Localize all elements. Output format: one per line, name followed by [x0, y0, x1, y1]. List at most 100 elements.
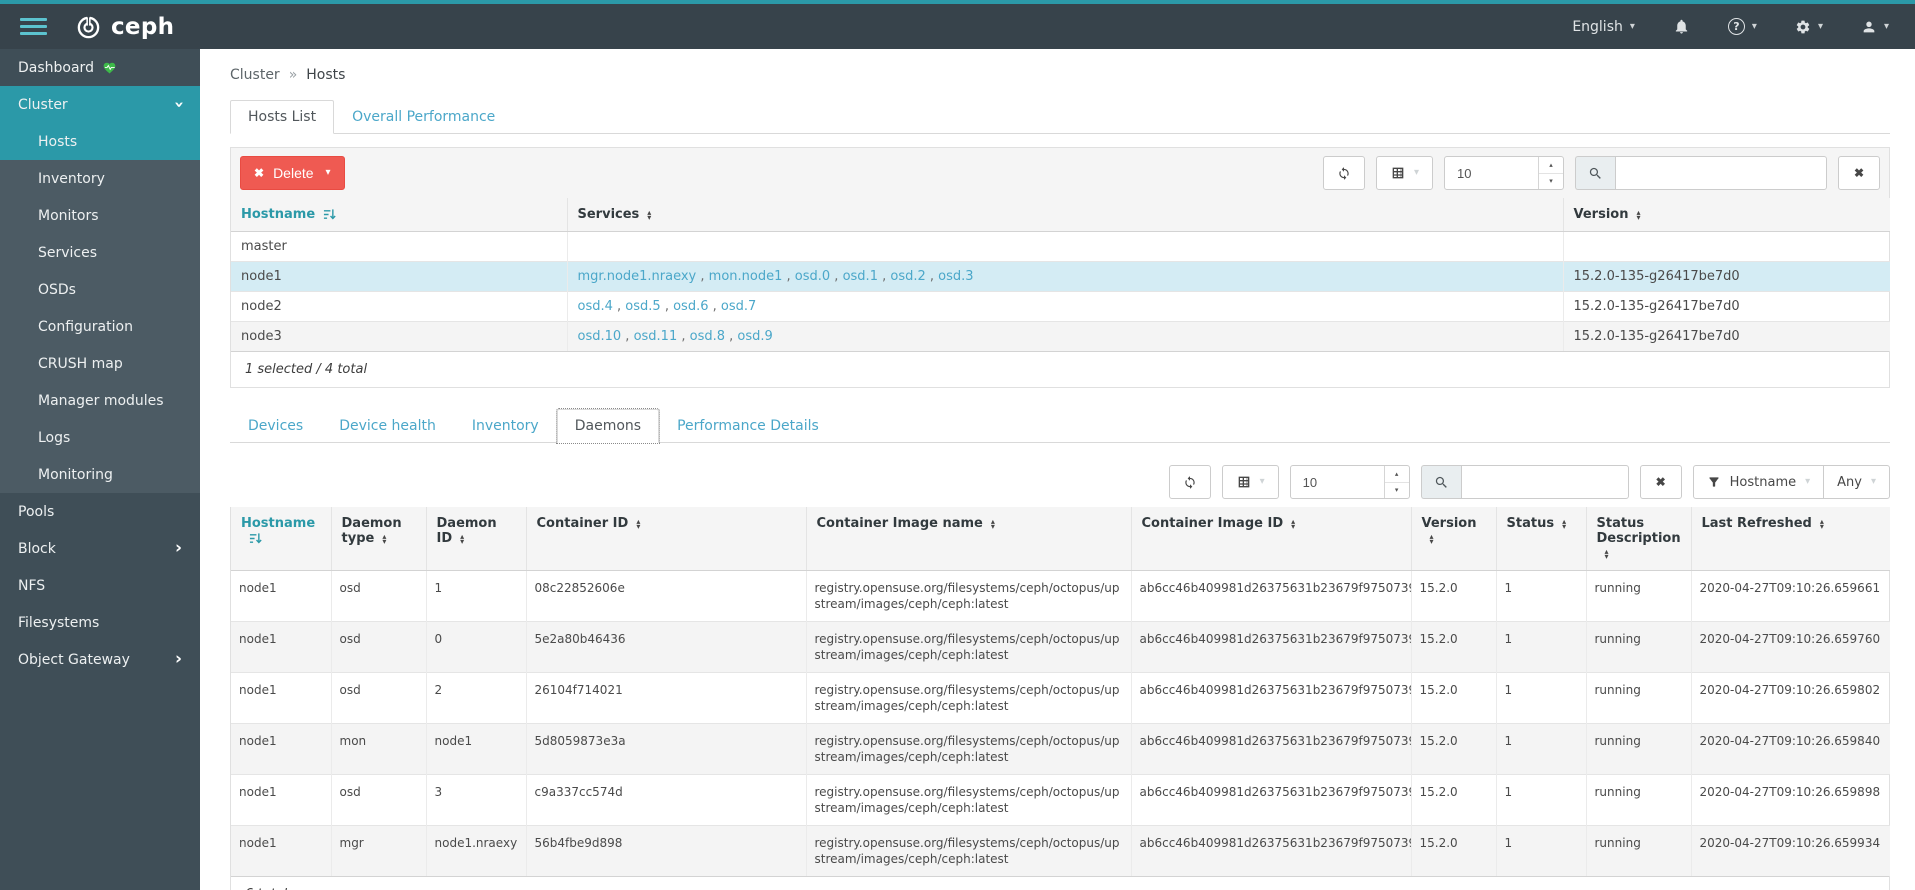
service-link[interactable]: osd.2 — [890, 269, 925, 284]
spinner-down-icon[interactable]: ▾ — [1539, 174, 1563, 190]
daemon-row[interactable]: node1 mon node1 5d8059873e3a registry.opensu… — [231, 723, 1890, 775]
refresh-button[interactable] — [1322, 156, 1365, 190]
column-header-container-image-id[interactable]: Container Image ID ▴ ▾ — [1130, 507, 1411, 571]
help-dropdown[interactable]: ? ▾ — [1727, 18, 1757, 35]
column-header-last-refreshed[interactable]: Last Refreshed ▴ ▾ — [1690, 507, 1890, 571]
service-link[interactable]: osd.3 — [938, 269, 973, 284]
brand-logo[interactable]: ceph — [75, 13, 174, 40]
sidebar-item-monitors[interactable]: Monitors — [0, 197, 200, 234]
host-row[interactable]: node3 osd.10 , osd.11 , osd.8 , osd.9 15.2… — [231, 321, 1890, 351]
sidebar-item-block[interactable]: Block › — [0, 530, 200, 567]
daemon-row[interactable]: node1 osd 2 26104f714021 registry.opensuse.o… — [231, 672, 1890, 724]
column-header-hostname[interactable]: Hostname — [231, 198, 567, 232]
column-header-daemon-id[interactable]: Daemon ID ▴ ▾ — [425, 507, 526, 571]
sidebar-item-monitoring[interactable]: Monitoring — [0, 456, 200, 493]
column-header-status-description[interactable]: Status Description ▴ ▾ — [1585, 507, 1691, 571]
daemon-row[interactable]: node1 mgr node1.nraexy 56b4fbe9d898 registry… — [231, 825, 1890, 876]
sidebar-item-pools[interactable]: Pools — [0, 493, 200, 530]
sidebar-item-dashboard[interactable]: Dashboard — [0, 49, 200, 86]
sidebar-item-filesystems[interactable]: Filesystems — [0, 604, 200, 641]
tab-device-health[interactable]: Device health — [321, 409, 454, 443]
service-link[interactable]: osd.1 — [843, 269, 878, 284]
tab-daemons[interactable]: Daemons — [555, 408, 661, 444]
tab-devices[interactable]: Devices — [230, 409, 321, 443]
sidebar-item-nfs[interactable]: NFS — [0, 567, 200, 604]
user-dropdown[interactable]: ▾ — [1861, 19, 1889, 35]
daemon-row[interactable]: node1 osd 1 08c22852606e registry.opensuse.o… — [231, 570, 1890, 622]
service-link[interactable]: osd.9 — [737, 329, 772, 344]
service-link[interactable]: osd.6 — [673, 299, 708, 314]
language-label: English — [1572, 18, 1623, 35]
filter-value-dropdown[interactable]: Any ▾ — [1823, 466, 1889, 498]
version-cell: 15.2.0-135-g26417be7d0 — [1562, 291, 1890, 322]
last-refreshed-cell: 2020-04-27T09:10:26.659661 — [1690, 570, 1890, 622]
status-cell: 1 — [1495, 723, 1586, 775]
filter-column-dropdown[interactable]: Hostname ▾ — [1694, 466, 1824, 498]
spinner-down-icon[interactable]: ▾ — [1385, 483, 1409, 499]
tab-overall-performance[interactable]: Overall Performance — [334, 100, 513, 134]
search-input[interactable] — [1460, 465, 1629, 499]
search-input[interactable] — [1615, 156, 1827, 190]
sidebar-item-object-gateway[interactable]: Object Gateway › — [0, 641, 200, 678]
host-row[interactable]: node2 osd.4 , osd.5 , osd.6 , osd.7 15.2.0… — [231, 291, 1890, 322]
sidebar-item-inventory[interactable]: Inventory — [0, 160, 200, 197]
sidebar-item-cluster[interactable]: Cluster › — [0, 86, 200, 123]
breadcrumb-parent[interactable]: Cluster — [230, 67, 280, 83]
sidebar-item-manager-modules[interactable]: Manager modules — [0, 382, 200, 419]
column-header-daemon-type[interactable]: Daemon type ▴ ▾ — [330, 507, 426, 571]
column-toggle-dropdown[interactable]: ▾ — [1221, 465, 1279, 499]
service-link[interactable]: osd.7 — [721, 299, 756, 314]
service-link[interactable]: osd.4 — [578, 299, 613, 314]
column-header-hostname[interactable]: Hostname — [231, 507, 331, 571]
service-link[interactable]: osd.11 — [634, 329, 678, 344]
spinner-up-icon[interactable]: ▴ — [1539, 157, 1563, 174]
last-refreshed-cell: 2020-04-27T09:10:26.659898 — [1690, 774, 1890, 826]
language-dropdown[interactable]: English ▾ — [1572, 19, 1635, 35]
separator: , — [725, 329, 738, 344]
column-header-container-image-name[interactable]: Container Image name ▴ ▾ — [805, 507, 1131, 571]
host-row[interactable]: node1 mgr.node1.nraexy , mon.node1 , osd.… — [231, 261, 1890, 292]
page-size-input[interactable] — [1290, 466, 1369, 498]
host-row[interactable]: master — [231, 231, 1890, 262]
sort-icon: ▴ ▾ — [1291, 516, 1296, 531]
sidebar-item-crush-map[interactable]: CRUSH map — [0, 345, 200, 382]
sidebar-item-logs[interactable]: Logs — [0, 419, 200, 456]
container-image-name-cell: registry.opensuse.org/filesystems/ceph/o… — [805, 825, 1131, 876]
tab-inventory[interactable]: Inventory — [454, 409, 557, 443]
tab-hosts-list[interactable]: Hosts List — [230, 100, 335, 134]
sidebar-item-hosts[interactable]: Hosts — [0, 123, 200, 160]
gear-icon — [1795, 19, 1811, 35]
service-link[interactable]: osd.0 — [795, 269, 830, 284]
service-link[interactable]: osd.5 — [625, 299, 660, 314]
funnel-icon — [1708, 477, 1719, 487]
column-header-version[interactable]: Version ▴ ▾ — [1562, 198, 1890, 232]
tab-performance-details[interactable]: Performance Details — [659, 409, 837, 443]
delete-button[interactable]: ✖ Delete ▾ — [240, 156, 345, 190]
sidebar-item-osds[interactable]: OSDs — [0, 271, 200, 308]
column-header-version[interactable]: Version ▴ ▾ — [1410, 507, 1496, 571]
notifications-button[interactable] — [1673, 18, 1690, 35]
column-toggle-dropdown[interactable]: ▾ — [1375, 156, 1433, 190]
sidebar-item-label: Logs — [38, 429, 71, 446]
refresh-button[interactable] — [1168, 465, 1211, 499]
spinner-up-icon[interactable]: ▴ — [1384, 466, 1409, 483]
service-link[interactable]: osd.8 — [690, 329, 725, 344]
settings-dropdown[interactable]: ▾ — [1795, 19, 1823, 35]
column-header-status[interactable]: Status ▴ ▾ — [1495, 507, 1586, 571]
sidebar-item-services[interactable]: Services — [0, 234, 200, 271]
service-link[interactable]: mon.node1 — [709, 269, 783, 284]
page-size-input[interactable] — [1445, 157, 1523, 189]
sidebar-item-configuration[interactable]: Configuration — [0, 308, 200, 345]
hamburger-menu-icon[interactable] — [20, 18, 47, 35]
clear-search-button[interactable]: ✖ — [1838, 156, 1880, 190]
column-header-container-id[interactable]: Container ID ▴ ▾ — [525, 507, 806, 571]
daemon-row[interactable]: node1 osd 3 c9a337cc574d registry.opensuse.o… — [231, 774, 1890, 826]
daemon-row[interactable]: node1 osd 0 5e2a80b46436 registry.opensuse.o… — [231, 621, 1890, 673]
column-header-services[interactable]: Services ▴ ▾ — [566, 198, 1563, 232]
ceph-logo-icon — [75, 13, 102, 40]
separator: , — [660, 299, 674, 314]
clear-search-button[interactable]: ✖ — [1639, 465, 1682, 499]
service-link[interactable]: mgr.node1.nraexy — [578, 269, 697, 284]
service-link[interactable]: osd.10 — [578, 329, 622, 344]
daemons-table: Hostname Daemon type ▴ ▾ Daemon ID ▴ ▾ Containe… — [231, 507, 1890, 876]
